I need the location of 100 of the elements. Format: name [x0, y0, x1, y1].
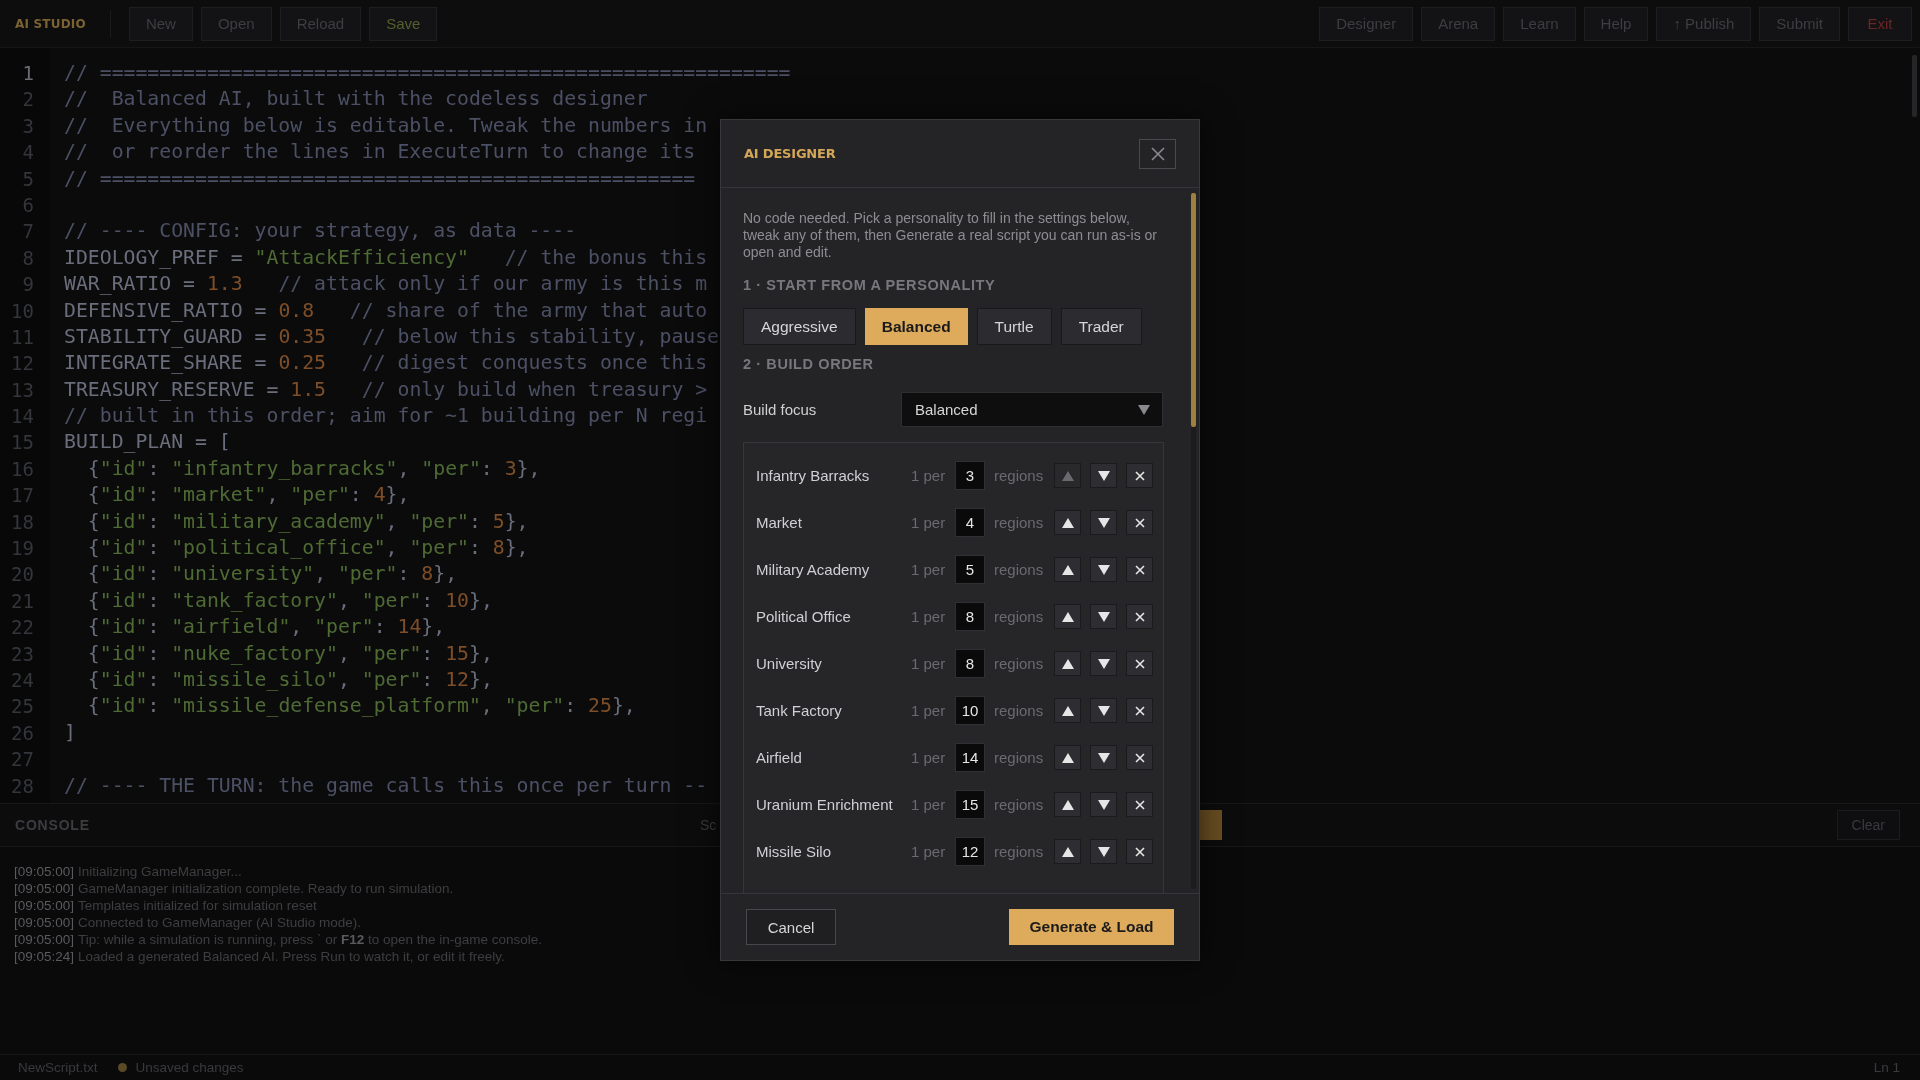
building-name: Political Office: [756, 608, 852, 625]
move-up-button[interactable]: [1054, 698, 1081, 723]
per-label: 1 per: [911, 608, 947, 625]
move-up-button[interactable]: [1054, 792, 1081, 817]
move-down-button[interactable]: [1090, 698, 1117, 723]
per-label: 1 per: [911, 655, 947, 672]
log-timestamp: [09:05:00]: [14, 880, 75, 897]
triangle-down-icon: [1097, 752, 1110, 763]
triangle-down-icon: [1097, 846, 1110, 857]
triangle-up-icon: [1061, 846, 1074, 857]
personality-button[interactable]: Balanced: [864, 308, 968, 345]
remove-button[interactable]: [1126, 604, 1153, 629]
code-line: {"id": "military_academy", "per": 5},: [86, 509, 529, 533]
code-line: // ==================================================: [64, 166, 696, 190]
generate-button[interactable]: Generate & Load: [1009, 909, 1174, 945]
unit-label: regions: [994, 561, 1045, 578]
unit-label: regions: [994, 749, 1045, 766]
per-label: 1 per: [911, 514, 947, 531]
unit-label: regions: [994, 843, 1045, 860]
code-line: DEFENSIVE_RATIO = 0.8 // share of the army that auto: [64, 298, 708, 322]
move-down-button[interactable]: [1090, 792, 1117, 817]
remove-button[interactable]: [1126, 792, 1153, 817]
personality-button[interactable]: Trader: [1060, 308, 1142, 345]
cancel-button[interactable]: Cancel: [746, 909, 836, 945]
code-line: {"id": "political_office", "per": 8},: [86, 536, 529, 560]
building-name: Missile Silo: [756, 843, 832, 860]
move-down-button[interactable]: [1090, 651, 1117, 676]
code-line: {"id": "missile_defense_platform", "per": 25},: [86, 694, 636, 718]
remove-button[interactable]: [1126, 839, 1153, 864]
code-line: WAR_RATIO = 1.3 // attack only if our army is this m: [64, 272, 708, 296]
per-label: 1 per: [911, 749, 947, 766]
close-icon: [1134, 658, 1145, 669]
count-field[interactable]: 5: [955, 555, 985, 584]
count-field[interactable]: 4: [955, 508, 985, 537]
per-label: 1 per: [911, 561, 947, 578]
code-line: ]: [64, 720, 76, 744]
triangle-up-icon: [1061, 517, 1074, 528]
scrollbar[interactable]: [1191, 193, 1196, 889]
code-line: // built in this order; aim for ~1 building per N regi: [64, 404, 708, 428]
personality-button[interactable]: Aggressive: [743, 308, 856, 345]
move-down-button[interactable]: [1090, 839, 1117, 864]
close-button[interactable]: [1139, 138, 1176, 169]
triangle-up-icon: [1061, 611, 1074, 622]
scrollbar[interactable]: [1912, 55, 1917, 117]
move-up-button[interactable]: [1054, 745, 1081, 770]
move-down-button[interactable]: [1090, 604, 1117, 629]
building-name: University: [756, 655, 823, 672]
close-icon: [1150, 146, 1165, 161]
per-label: 1 per: [911, 702, 947, 719]
remove-button[interactable]: [1126, 651, 1153, 676]
unit-label: regions: [994, 608, 1045, 625]
per-label: 1 per: [911, 796, 947, 813]
move-up-button[interactable]: [1054, 557, 1081, 582]
log-timestamp: [09:05:00]: [14, 931, 75, 948]
close-icon: [1134, 564, 1145, 575]
code-line: // Balanced AI, built with the codeless designer: [64, 87, 648, 111]
caret-icon: [1138, 404, 1150, 415]
count-field[interactable]: 10: [955, 696, 985, 725]
code-line: STABILITY_GUARD = 0.35 // below this stability, pause: [64, 324, 720, 348]
remove-button[interactable]: [1126, 698, 1153, 723]
triangle-down-icon: [1097, 564, 1110, 575]
count-field[interactable]: 14: [955, 743, 985, 772]
move-down-button[interactable]: [1090, 510, 1117, 535]
building-name: Military Academy: [756, 561, 871, 578]
remove-button[interactable]: [1126, 557, 1153, 582]
count-field[interactable]: 8: [955, 649, 985, 678]
code-line: // or reorder the lines in ExecuteTurn to change its: [64, 140, 696, 164]
count-field[interactable]: 3: [955, 461, 985, 490]
close-icon: [1134, 517, 1145, 528]
remove-button[interactable]: [1126, 745, 1153, 770]
code-line: {"id": "tank_factory", "per": 10},: [86, 588, 493, 612]
building-name: Uranium Enrichment: [756, 796, 894, 813]
close-icon: [1134, 705, 1145, 716]
code-line: TREASURY_RESERVE = 1.5 // only build when treasury >: [64, 377, 708, 401]
remove-button[interactable]: [1126, 510, 1153, 535]
move-up-button[interactable]: [1054, 651, 1081, 676]
move-down-button[interactable]: [1090, 557, 1117, 582]
remove-button[interactable]: [1126, 463, 1153, 488]
move-down-button[interactable]: [1090, 745, 1117, 770]
dialog-title: AI DESIGNER: [744, 146, 837, 161]
personality-button[interactable]: Turtle: [976, 308, 1052, 345]
move-up-button[interactable]: [1054, 604, 1081, 629]
code-line: // ---- CONFIG: your strategy, as data ----: [64, 219, 577, 243]
move-down-button[interactable]: [1090, 463, 1117, 488]
move-up-button[interactable]: [1054, 839, 1081, 864]
code-line: BUILD_PLAN = [: [64, 430, 231, 454]
triangle-down-icon: [1097, 799, 1110, 810]
app-logo: AI STUDIO: [15, 16, 86, 31]
building-name: Airfield: [756, 749, 803, 766]
unit-label: regions: [994, 467, 1045, 484]
field-label: Build focus: [743, 401, 818, 418]
unit-label: regions: [994, 655, 1045, 672]
build-focus-select[interactable]: Balanced: [901, 392, 1163, 427]
count-field[interactable]: 12: [955, 837, 985, 866]
log-timestamp: [09:05:24]: [14, 948, 75, 965]
count-field[interactable]: 15: [955, 790, 985, 819]
log-timestamp: [09:05:00]: [14, 897, 75, 914]
code-line: {"id": "university", "per": 8},: [86, 562, 458, 586]
count-field[interactable]: 8: [955, 602, 985, 631]
move-up-button[interactable]: [1054, 510, 1081, 535]
